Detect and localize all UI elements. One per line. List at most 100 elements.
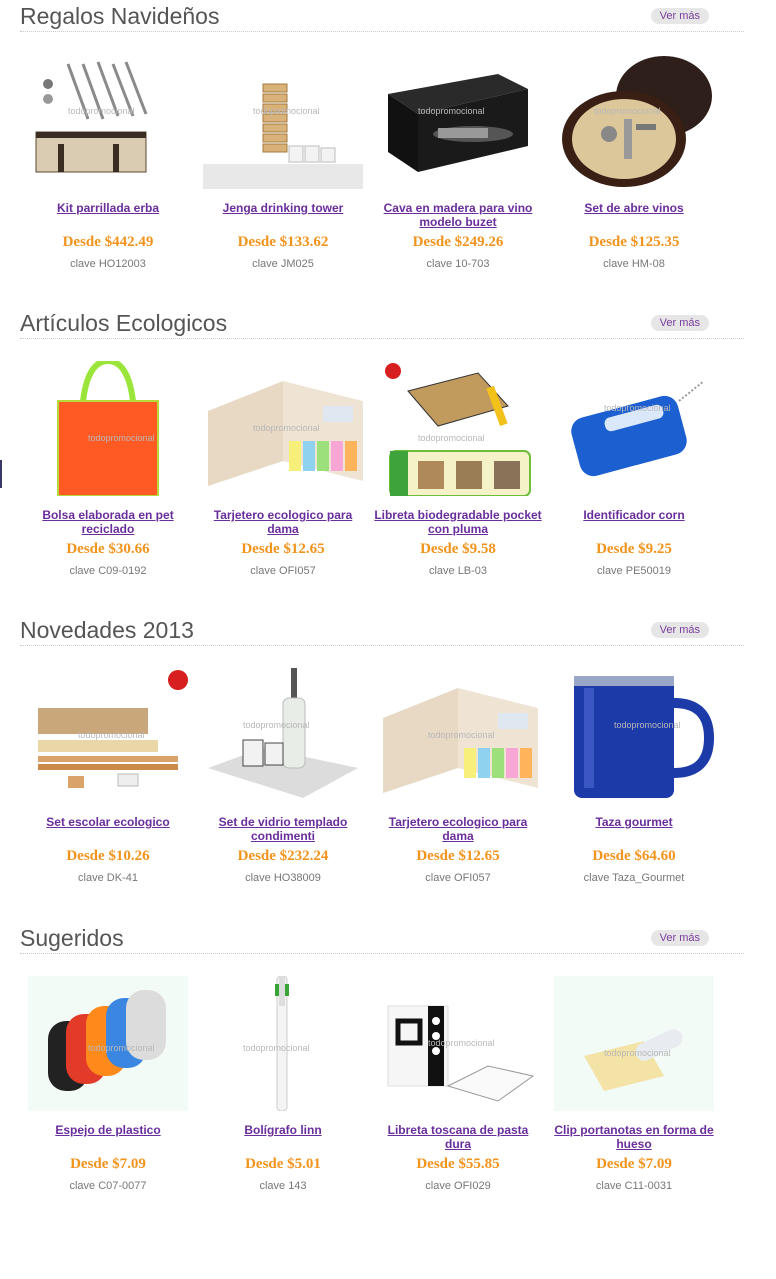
product-price: Desde $30.66 (66, 541, 150, 557)
watermark: todopromocional (78, 730, 145, 740)
product-code: clave HO12003 (70, 258, 146, 270)
product-image-bone-clip[interactable]: todopromocional (554, 976, 714, 1111)
watermark: todopromocional (604, 403, 671, 413)
product-card: todopromocional Cava en madera para vino… (370, 32, 546, 271)
section-novedades-2013: Novedades 2013 Ver más todopromocional S… (20, 614, 744, 906)
product-name-link[interactable]: Set de vidrio templado condimenti (195, 815, 371, 845)
product-name-link[interactable]: Clip portanotas en forma de hueso (546, 1123, 722, 1153)
product-card: todopromocional Libreta toscana de pasta… (370, 954, 546, 1193)
product-name-link[interactable]: Cava en madera para vino modelo buzet (370, 201, 546, 231)
section-title: Sugeridos (20, 925, 124, 951)
product-price: Desde $9.25 (596, 541, 672, 557)
product-code: clave OFI057 (250, 565, 316, 577)
product-name-link[interactable]: Bolígrafo linn (195, 1123, 371, 1153)
product-name-link[interactable]: Espejo de plastico (20, 1123, 196, 1153)
product-image-jenga[interactable]: todopromocional (203, 54, 363, 189)
watermark: todopromocional (604, 1048, 671, 1058)
product-image-pet-bag[interactable]: todopromocional (28, 361, 188, 496)
ver-mas-button[interactable]: Ver más (650, 315, 709, 331)
ver-mas-button[interactable]: Ver más (650, 8, 709, 24)
watermark: todopromocional (428, 730, 495, 740)
watermark: todopromocional (243, 1043, 310, 1053)
product-image-luggage-tag[interactable]: todopromocional (554, 361, 714, 496)
product-name-link[interactable]: Bolsa elaborada en pet reciclado (20, 508, 196, 538)
product-code: clave HM-08 (603, 258, 665, 270)
product-image-toscana-notebook[interactable]: todopromocional (378, 976, 538, 1111)
product-image-notebook[interactable]: todopromocional (378, 361, 538, 496)
ver-mas-button[interactable]: Ver más (650, 622, 709, 638)
section-regalos-navidenos: Regalos Navideños Ver más todopromociona… (20, 0, 744, 292)
product-code: clave 143 (259, 1180, 307, 1192)
product-card: todopromocional Set escolar ecologico De… (20, 646, 196, 885)
product-name-link[interactable]: Tarjetero ecologico para dama (195, 508, 371, 538)
product-image-pen[interactable]: todopromocional (203, 976, 363, 1111)
product-code: clave PE50019 (597, 565, 671, 577)
ver-mas-button[interactable]: Ver más (650, 930, 709, 946)
product-grid: todopromocional Set escolar ecologico De… (20, 646, 744, 906)
section-title: Artículos Ecologicos (20, 310, 228, 336)
product-code: clave C09-0192 (69, 565, 147, 577)
product-code: clave C11-0031 (595, 1180, 673, 1192)
product-price: Desde $125.35 (588, 234, 680, 250)
watermark: todopromocional (614, 720, 681, 730)
watermark: todopromocional (594, 106, 661, 116)
product-image-school-set[interactable]: todopromocional (28, 668, 188, 803)
product-image-mirror[interactable]: todopromocional (28, 976, 188, 1111)
product-image-bbq-kit[interactable]: todopromocional (28, 54, 188, 189)
section-title: Regalos Navideños (20, 3, 220, 29)
product-price: Desde $55.85 (416, 1156, 500, 1172)
product-name-link[interactable]: Set escolar ecologico (20, 815, 196, 845)
product-image-wine-opener-set[interactable]: todopromocional (554, 54, 714, 189)
product-image-card-holder[interactable]: todopromocional (203, 361, 363, 496)
product-card: todopromocional Identificador corn Desde… (546, 339, 722, 578)
product-price: Desde $7.09 (70, 1156, 146, 1172)
product-card: todopromocional Espejo de plastico Desde… (20, 954, 196, 1193)
product-card: todopromocional Bolígrafo linn Desde $5.… (195, 954, 371, 1193)
section-title: Novedades 2013 (20, 617, 194, 643)
watermark: todopromocional (428, 1038, 495, 1048)
product-name-link[interactable]: Libreta toscana de pasta dura (370, 1123, 546, 1153)
product-card: todopromocional Kit parrillada erba Desd… (20, 32, 196, 271)
product-grid: todopromocional Espejo de plastico Desde… (20, 954, 744, 1214)
product-image-glass-set[interactable]: todopromocional (203, 668, 363, 803)
product-card: todopromocional Set de vidrio templado c… (195, 646, 371, 885)
watermark: todopromocional (418, 106, 485, 116)
product-name-link[interactable]: Libreta biodegradable pocket con pluma (370, 508, 546, 538)
section-header: Novedades 2013 Ver más (20, 614, 744, 646)
product-card: todopromocional Bolsa elaborada en pet r… (20, 339, 196, 578)
product-code: clave OFI029 (425, 1180, 491, 1192)
section-articulos-ecologicos: Artículos Ecologicos Ver más todopromoci… (20, 307, 744, 599)
product-image-card-holder[interactable]: todopromocional (378, 668, 538, 803)
product-grid: todopromocional Kit parrillada erba Desd… (20, 32, 744, 292)
product-card: todopromocional Set de abre vinos Desde … (546, 32, 722, 271)
product-price: Desde $442.49 (62, 234, 154, 250)
product-code: clave 10-703 (426, 258, 490, 270)
product-code: clave Taza_Gourmet (583, 872, 685, 884)
product-name-link[interactable]: Set de abre vinos (546, 201, 722, 231)
product-price: Desde $9.58 (420, 541, 496, 557)
product-card: todopromocional Jenga drinking tower Des… (195, 32, 371, 271)
product-card: todopromocional Tarjetero ecologico para… (370, 646, 546, 885)
left-edge-marker (0, 460, 2, 488)
product-price: Desde $12.65 (416, 848, 500, 864)
section-header: Regalos Navideños Ver más (20, 0, 744, 32)
product-price: Desde $5.01 (245, 1156, 321, 1172)
section-sugeridos: Sugeridos Ver más todopromocional Espejo… (20, 922, 744, 1214)
product-name-link[interactable]: Jenga drinking tower (195, 201, 371, 231)
product-name-link[interactable]: Tarjetero ecologico para dama (370, 815, 546, 845)
product-price: Desde $232.24 (237, 848, 329, 864)
product-card: todopromocional Libreta biodegradable po… (370, 339, 546, 578)
section-header: Artículos Ecologicos Ver más (20, 307, 744, 339)
product-name-link[interactable]: Identificador corn (546, 508, 722, 538)
product-price: Desde $133.62 (237, 234, 329, 250)
watermark: todopromocional (418, 433, 485, 443)
product-card: todopromocional Taza gourmet Desde $64.6… (546, 646, 722, 885)
product-image-wine-case[interactable]: todopromocional (378, 54, 538, 189)
product-name-link[interactable]: Kit parrillada erba (20, 201, 196, 231)
product-code: clave JM025 (252, 258, 314, 270)
product-price: Desde $64.60 (592, 848, 676, 864)
watermark: todopromocional (243, 720, 310, 730)
product-code: clave OFI057 (425, 872, 491, 884)
product-name-link[interactable]: Taza gourmet (546, 815, 722, 845)
product-image-mug[interactable]: todopromocional (554, 668, 714, 803)
